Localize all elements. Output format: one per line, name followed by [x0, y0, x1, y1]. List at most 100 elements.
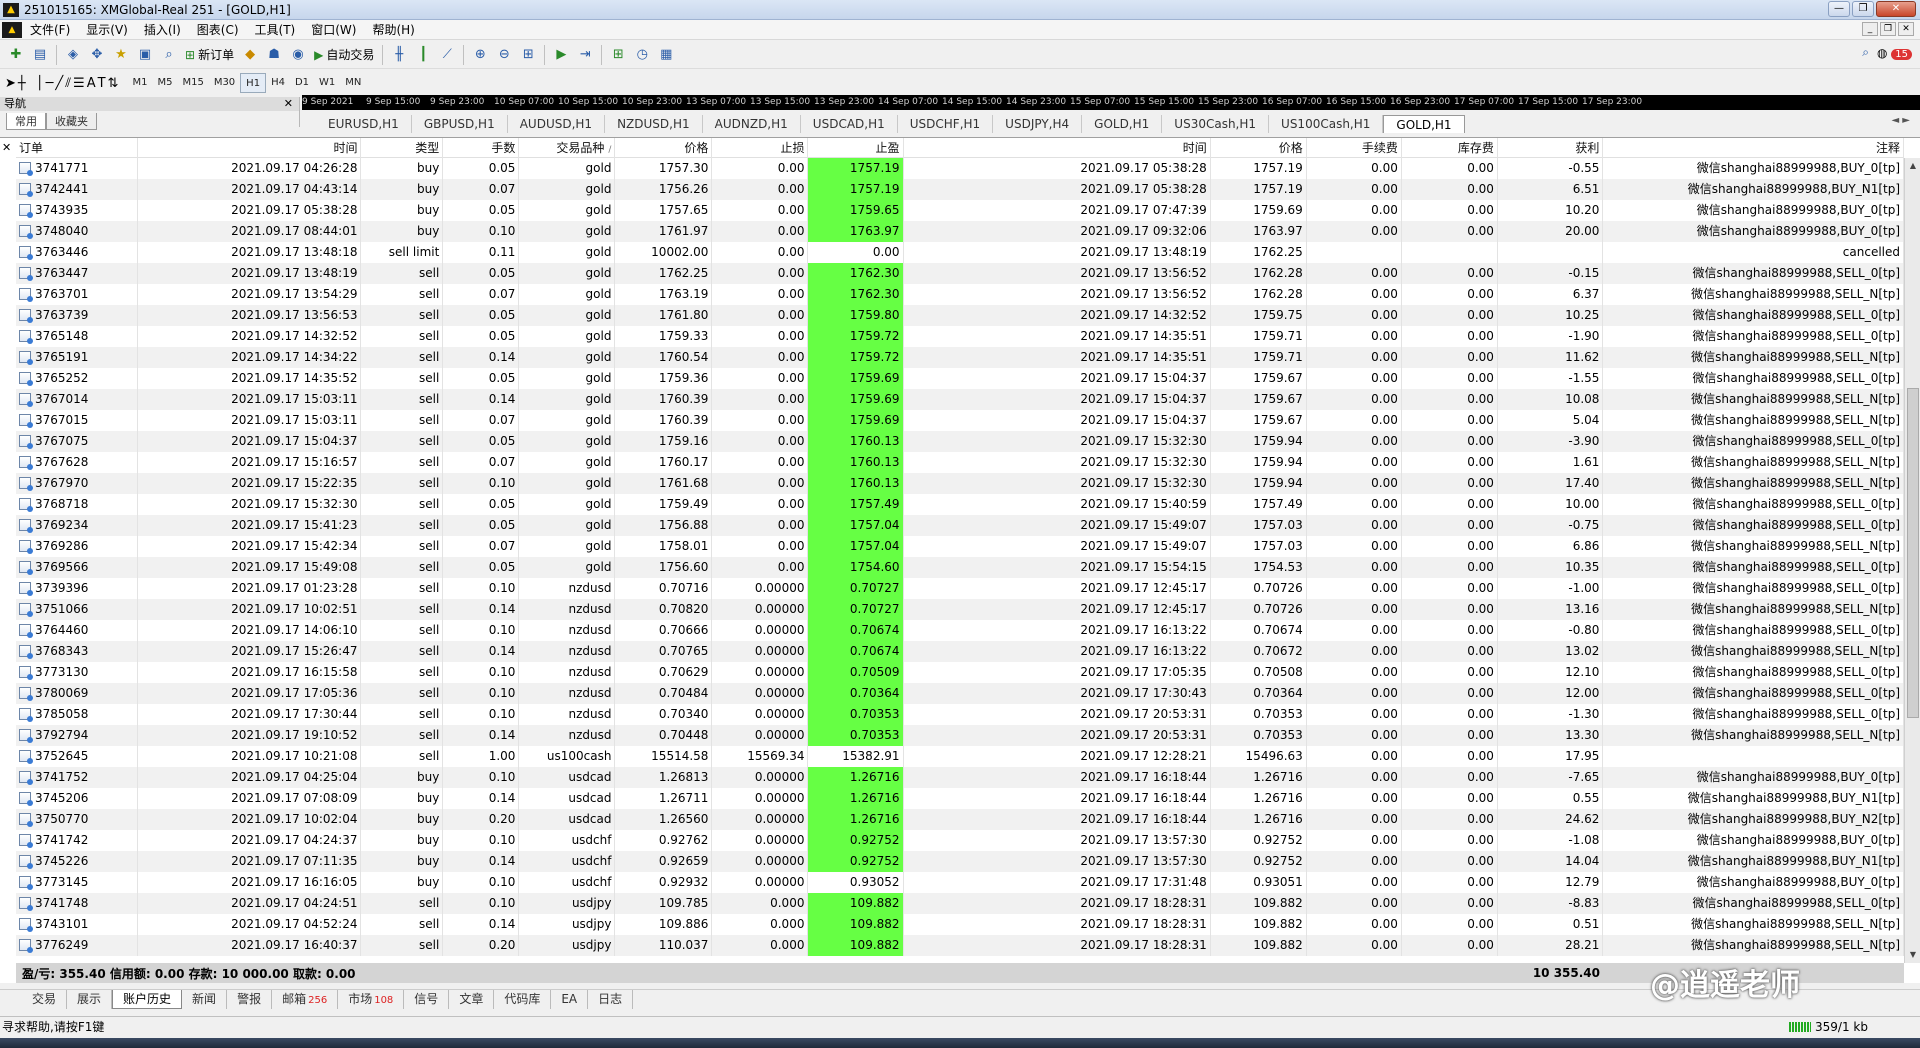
chart-shift-icon[interactable]: ⇥ [574, 44, 596, 66]
terminal-tab[interactable]: 文章 [449, 990, 495, 1009]
data-window-icon[interactable]: ✥ [86, 44, 108, 66]
table-row[interactable]: 3767015 2021.09.17 15:03:11 sell 0.07 gold 17… [16, 410, 1905, 431]
timeframe-h1[interactable]: H1 [240, 73, 267, 93]
table-row[interactable]: 3763701 2021.09.17 13:54:29 sell 0.07 gold 17… [16, 284, 1905, 305]
column-header[interactable]: 时间 [138, 138, 362, 158]
table-scrollbar[interactable]: ▲ ▼ [1904, 158, 1920, 963]
table-row[interactable]: 3763447 2021.09.17 13:48:19 sell 0.05 gold 17… [16, 263, 1905, 284]
scroll-down-icon[interactable]: ▼ [1905, 947, 1920, 963]
table-row[interactable]: 3769234 2021.09.17 15:41:23 sell 0.05 gold 17… [16, 515, 1905, 536]
menu-insert[interactable]: 插入(I) [136, 21, 189, 38]
menu-window[interactable]: 窗口(W) [303, 21, 364, 38]
timeframe-mn[interactable]: MN [340, 73, 366, 93]
close-window-button[interactable]: ✕ [1876, 1, 1916, 17]
table-row[interactable]: 3769286 2021.09.17 15:42:34 sell 0.07 gold 17… [16, 536, 1905, 557]
bar-chart-icon[interactable]: ╫ [388, 44, 410, 66]
table-row[interactable]: 3739396 2021.09.17 01:23:28 sell 0.10 nzdusd… [16, 578, 1905, 599]
chart-tab[interactable]: AUDUSD,H1 [508, 115, 606, 133]
terminal-tab[interactable]: 展示 [67, 990, 113, 1009]
chart-tab[interactable]: US30Cash,H1 [1162, 115, 1270, 133]
table-row[interactable]: 3780069 2021.09.17 17:05:36 sell 0.10 nzdusd… [16, 683, 1905, 704]
table-row[interactable]: 3750770 2021.09.17 10:02:04 buy 0.20 usdcad 1… [16, 809, 1905, 830]
terminal-tab[interactable]: 日志 [588, 990, 634, 1009]
autoscroll-icon[interactable]: ▶ [550, 44, 572, 66]
table-row[interactable]: 3751066 2021.09.17 10:02:51 sell 0.14 nzdusd… [16, 599, 1905, 620]
table-row[interactable]: 3765191 2021.09.17 14:34:22 sell 0.14 gold 17… [16, 347, 1905, 368]
market-watch-icon[interactable]: ◈ [62, 44, 84, 66]
column-header[interactable]: 类型 [361, 138, 444, 158]
table-row[interactable]: 3764460 2021.09.17 14:06:10 sell 0.10 nzdusd… [16, 620, 1905, 641]
table-row[interactable]: 3776249 2021.09.17 16:40:37 sell 0.20 usdjpy… [16, 935, 1905, 956]
vertical-line-icon[interactable]: │ [36, 72, 44, 94]
chart-tab[interactable]: GOLD,H1 [1082, 115, 1163, 133]
menu-help[interactable]: 帮助(H) [364, 21, 422, 38]
terminal-tab[interactable]: 账户历史 [112, 990, 183, 1009]
column-header[interactable]: 价格 [615, 138, 713, 158]
column-header[interactable]: 手数 [443, 138, 520, 158]
chart-window-icon[interactable]: ▲ [2, 21, 22, 38]
terminal-tab[interactable]: 邮箱 256 [272, 990, 339, 1009]
table-row[interactable]: 3769566 2021.09.17 15:49:08 sell 0.05 gold 17… [16, 557, 1905, 578]
chart-tab[interactable]: GOLD,H1 [1383, 115, 1465, 133]
table-row[interactable]: 3741748 2021.09.17 04:24:51 sell 0.10 usdjpy… [16, 893, 1905, 914]
chart-close-button[interactable]: ✕ [1898, 22, 1914, 36]
table-row[interactable]: 3743935 2021.09.17 05:38:28 buy 0.05 gold 175… [16, 200, 1905, 221]
text-icon[interactable]: A [87, 72, 96, 94]
table-row[interactable]: 3741771 2021.09.17 04:26:28 buy 0.05 gold 175… [16, 158, 1905, 179]
timeframe-m5[interactable]: M5 [152, 73, 177, 93]
table-row[interactable]: 3745206 2021.09.17 07:08:09 buy 0.14 usdcad 1… [16, 788, 1905, 809]
column-header[interactable]: 交易品种 / [519, 138, 616, 158]
table-row[interactable]: 3767970 2021.09.17 15:22:35 sell 0.10 gold 17… [16, 473, 1905, 494]
strategy-tester-icon[interactable]: ⌕ [158, 44, 180, 66]
column-header[interactable]: 注释 [1603, 138, 1905, 158]
table-row[interactable]: 3785058 2021.09.17 17:30:44 sell 0.10 nzdusd… [16, 704, 1905, 725]
zoom-out-icon[interactable]: ⊖ [493, 44, 515, 66]
menu-view[interactable]: 显示(V) [78, 21, 136, 38]
horizontal-line-icon[interactable]: ─ [46, 72, 54, 94]
column-header[interactable]: 获利 [1498, 138, 1604, 158]
table-row[interactable]: 3752645 2021.09.17 10:21:08 sell 1.00 us100c… [16, 746, 1905, 767]
tile-windows-icon[interactable]: ⊞ [517, 44, 539, 66]
table-row[interactable]: 3763446 2021.09.17 13:48:18 sell limit 0.11… [16, 242, 1905, 263]
table-row[interactable]: 3773130 2021.09.17 16:15:58 sell 0.10 nzdusd… [16, 662, 1905, 683]
table-row[interactable]: 3767014 2021.09.17 15:03:11 sell 0.14 gold 17… [16, 389, 1905, 410]
arrows-icon[interactable]: ⇅ [108, 72, 119, 94]
candlestick-icon[interactable]: ┃ [412, 44, 434, 66]
menu-file[interactable]: 文件(F) [22, 21, 78, 38]
table-row[interactable]: 3748040 2021.09.17 08:44:01 buy 0.10 gold 176… [16, 221, 1905, 242]
chart-tab[interactable]: GBPUSD,H1 [412, 115, 508, 133]
text-label-icon[interactable]: T [98, 72, 106, 94]
terminal-icon[interactable]: ▣ [134, 44, 156, 66]
channel-icon[interactable]: ⫽ [65, 72, 71, 94]
indicators-icon[interactable]: ⊞ [607, 44, 629, 66]
scroll-up-icon[interactable]: ▲ [1905, 158, 1920, 174]
table-row[interactable]: 3765148 2021.09.17 14:32:52 sell 0.05 gold 17… [16, 326, 1905, 347]
cursor-icon[interactable]: ➤ [5, 72, 16, 94]
table-row[interactable]: 3773145 2021.09.17 16:16:05 buy 0.10 usdchf 0… [16, 872, 1905, 893]
signals-icon[interactable]: ☗ [263, 44, 285, 66]
table-row[interactable]: 3741742 2021.09.17 04:24:37 buy 0.10 usdchf 0… [16, 830, 1905, 851]
table-row[interactable]: 3743101 2021.09.17 04:52:24 sell 0.14 usdjpy… [16, 914, 1905, 935]
chart-tab[interactable]: USDCAD,H1 [801, 115, 898, 133]
navigator-tab-common[interactable]: 常用 [6, 113, 46, 130]
profiles-icon[interactable]: ▤ [29, 44, 51, 66]
chart-tab[interactable]: NZDUSD,H1 [605, 115, 703, 133]
timeframe-d1[interactable]: D1 [290, 73, 314, 93]
new-chart-icon[interactable]: ✚ [5, 44, 27, 66]
column-header[interactable]: 价格 [1211, 138, 1307, 158]
minimize-button[interactable]: — [1828, 1, 1850, 17]
terminal-tab[interactable]: 新闻 [182, 990, 228, 1009]
notifications-icon[interactable]: ◍ 15 [1877, 46, 1912, 60]
timeframe-m30[interactable]: M30 [209, 73, 240, 93]
crosshair-icon[interactable]: ┼ [18, 72, 26, 94]
terminal-tab[interactable]: 代码库 [494, 990, 552, 1009]
column-header[interactable]: 手续费 [1307, 138, 1402, 158]
table-row[interactable]: 3742441 2021.09.17 04:43:14 buy 0.07 gold 175… [16, 179, 1905, 200]
terminal-close-icon[interactable]: ✕ [2, 141, 11, 154]
chart-minimize-button[interactable]: _ [1862, 22, 1878, 36]
chart-area[interactable]: 9 Sep 2021 9 Sep 15:00 9 Sep 23:00 10 Sep 0… [302, 95, 1920, 110]
chart-tab[interactable]: USDCHF,H1 [898, 115, 994, 133]
vps-icon[interactable]: ◉ [287, 44, 309, 66]
table-row[interactable]: 3767075 2021.09.17 15:04:37 sell 0.05 gold 17… [16, 431, 1905, 452]
table-row[interactable]: 3792794 2021.09.17 19:10:52 sell 0.14 nzdusd… [16, 725, 1905, 746]
